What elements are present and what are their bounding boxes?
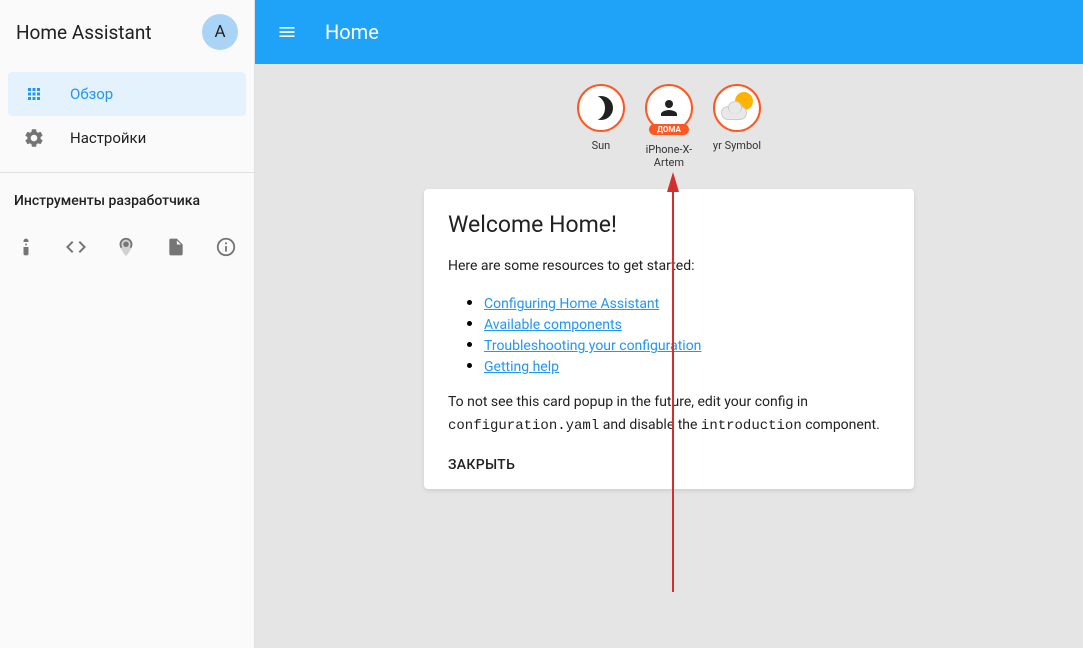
dev-tools-row — [0, 221, 254, 273]
dev-tool-services[interactable] — [14, 235, 38, 259]
avatar[interactable]: A — [202, 14, 238, 50]
dev-tool-info[interactable] — [214, 235, 238, 259]
dev-tool-states[interactable] — [64, 235, 88, 259]
list-item: Configuring Home Assistant — [484, 293, 890, 312]
badge-label: yr Symbol — [713, 139, 761, 152]
resource-list: Configuring Home Assistant Available com… — [462, 293, 890, 375]
sidebar: Home Assistant A Обзор Настройки Инструм… — [0, 0, 255, 648]
badge-circle — [713, 84, 761, 132]
badge-status: ДОМА — [649, 124, 689, 135]
welcome-card: Welcome Home! Here are some resources to… — [424, 189, 914, 489]
badges-row: Sun ДОМА iPhone-X-Artem yr Symbol — [577, 84, 761, 169]
page-title: Home — [325, 20, 379, 44]
badge-label: iPhone-X-Artem — [639, 143, 699, 169]
nav-item-label: Обзор — [70, 85, 113, 103]
card-footer-text: To not see this card popup in the future… — [448, 391, 890, 437]
list-item: Available components — [484, 314, 890, 333]
badge-sun[interactable]: Sun — [577, 84, 625, 169]
badge-iphone[interactable]: ДОМА iPhone-X-Artem — [639, 84, 699, 169]
main-area: Home Sun ДОМА iPhone-X-Artem — [255, 0, 1083, 648]
topbar: Home — [255, 0, 1083, 64]
app-title: Home Assistant — [16, 21, 152, 44]
gear-icon — [22, 126, 46, 150]
weather-icon — [719, 92, 755, 124]
grid-icon — [22, 82, 46, 106]
divider — [0, 172, 254, 173]
sidebar-header: Home Assistant A — [0, 0, 254, 64]
close-button[interactable]: ЗАКРЫТЬ — [448, 457, 890, 473]
list-item: Getting help — [484, 356, 890, 375]
card-title: Welcome Home! — [448, 211, 890, 238]
dev-tool-events[interactable] — [114, 235, 138, 259]
dev-tools-title: Инструменты разработчика — [0, 177, 254, 221]
nav-item-overview[interactable]: Обзор — [8, 72, 246, 116]
card-intro: Here are some resources to get started: — [448, 256, 890, 277]
link-troubleshooting[interactable]: Troubleshooting your configuration — [484, 338, 701, 354]
dev-tool-templates[interactable] — [164, 235, 188, 259]
content-area: Sun ДОМА iPhone-X-Artem yr Symbol — [255, 64, 1083, 648]
link-help[interactable]: Getting help — [484, 359, 559, 375]
badge-weather[interactable]: yr Symbol — [713, 84, 761, 169]
link-configuring[interactable]: Configuring Home Assistant — [484, 296, 659, 312]
nav-item-label: Настройки — [70, 129, 146, 147]
person-icon — [657, 96, 681, 120]
hamburger-button[interactable] — [275, 20, 299, 44]
nav-item-settings[interactable]: Настройки — [8, 116, 246, 160]
list-item: Troubleshooting your configuration — [484, 335, 890, 354]
badge-label: Sun — [592, 139, 611, 152]
link-components[interactable]: Available components — [484, 317, 622, 333]
badge-circle — [577, 84, 625, 132]
moon-icon — [589, 96, 613, 120]
nav-list: Обзор Настройки — [0, 64, 254, 168]
